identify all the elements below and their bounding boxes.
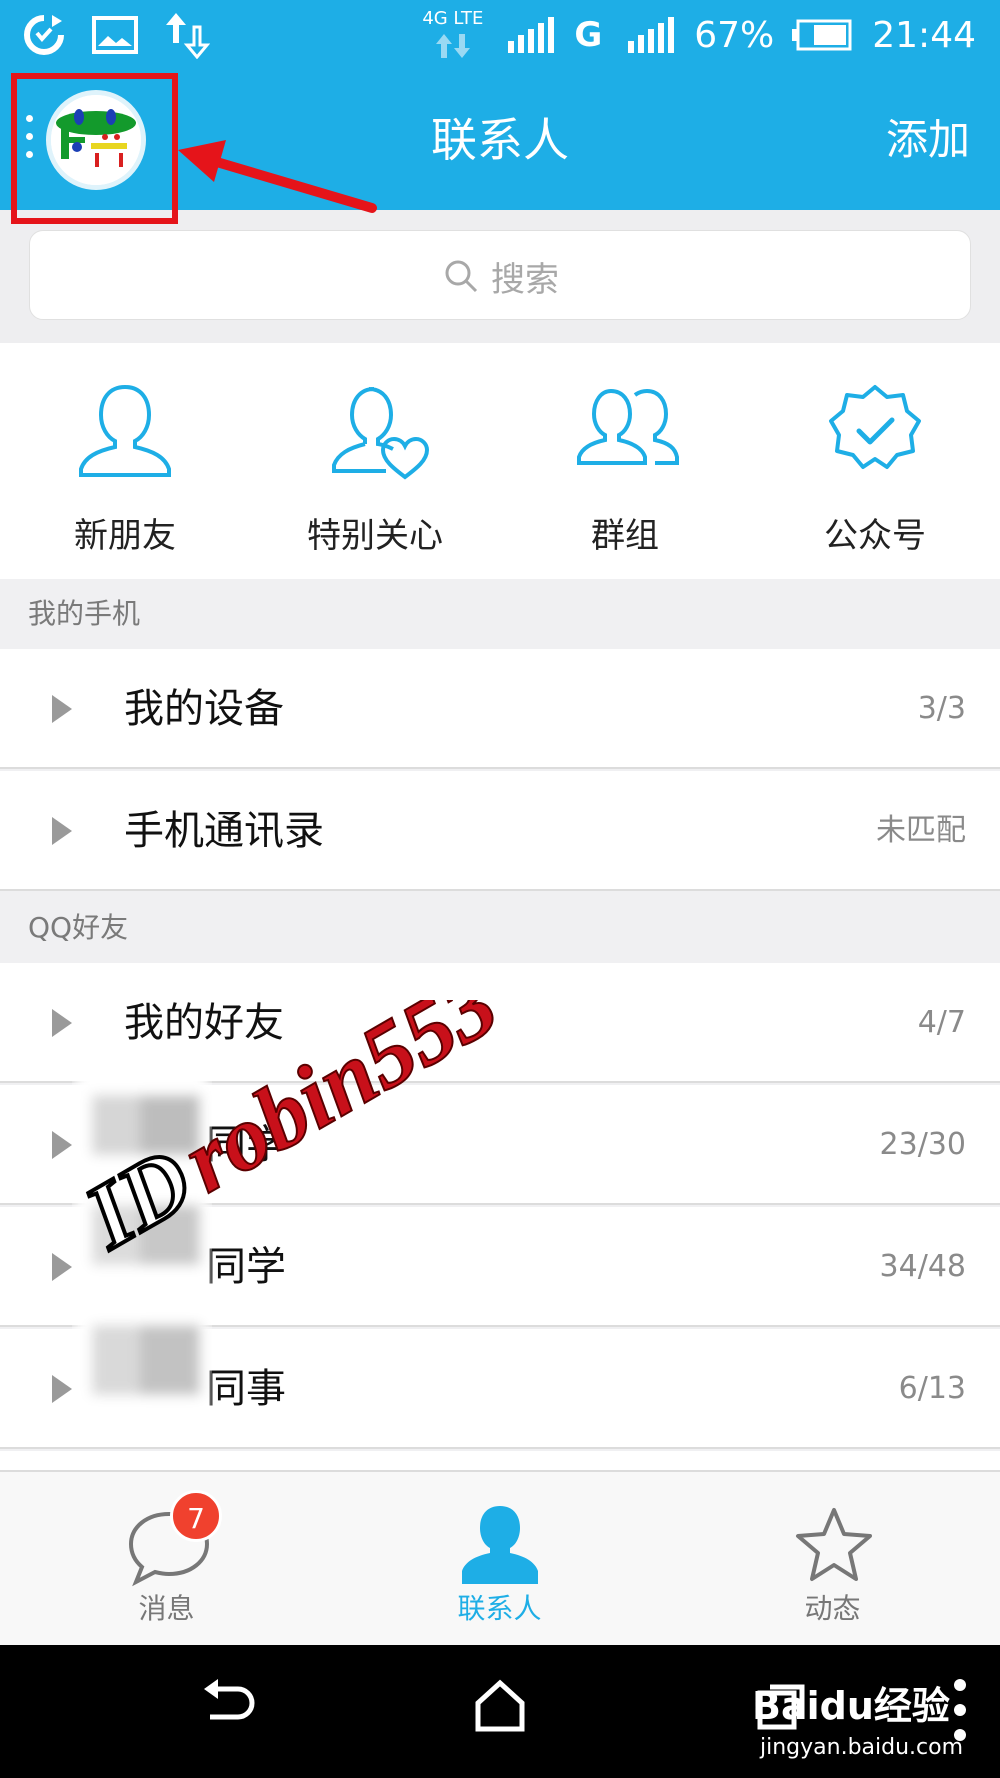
group-name: 同事 xyxy=(206,1366,286,1412)
add-contact-button[interactable]: 添加 xyxy=(886,70,970,210)
shortcut-grid: 新朋友 特别关心 群组 公众号 xyxy=(0,343,1000,579)
shortcut-label: 公众号 xyxy=(824,516,926,556)
carrier-label: G xyxy=(574,15,603,55)
group-count: 4/7 xyxy=(917,1005,966,1040)
shortcut-label: 新朋友 xyxy=(74,516,176,556)
shortcut-new-friend[interactable]: 新朋友 xyxy=(0,343,250,579)
shortcut-label: 群组 xyxy=(591,516,659,556)
expand-arrow-icon xyxy=(52,695,72,723)
watermark-name: robin553 xyxy=(166,1000,514,1211)
tab-feed[interactable]: 动态 xyxy=(666,1472,999,1647)
expand-arrow-icon xyxy=(52,1253,72,1281)
special-care-icon xyxy=(332,387,429,480)
lte-indicator: 4G LTE xyxy=(422,8,486,62)
group-name: 我的设备 xyxy=(124,686,284,732)
list-item-my-devices[interactable]: 我的设备 3/3 xyxy=(0,649,1000,769)
group-icon xyxy=(577,388,679,465)
tab-messages[interactable]: 7 消息 xyxy=(0,1472,333,1647)
contacts-icon xyxy=(462,1506,538,1584)
shortcut-official-account[interactable]: 公众号 xyxy=(750,343,1000,579)
shortcut-label: 特别关心 xyxy=(307,516,443,556)
expand-arrow-icon xyxy=(52,817,72,845)
new-friend-icon xyxy=(79,384,171,477)
expand-arrow-icon xyxy=(52,1375,72,1403)
watermark: ID robin553 xyxy=(70,1000,515,1270)
network-label: 4G LTE xyxy=(422,8,484,29)
shortcut-group[interactable]: 群组 xyxy=(500,343,750,579)
tab-label: 消息 xyxy=(138,1592,195,1625)
baidu-logo: Baidu经验 xyxy=(752,1684,950,1728)
official-account-icon xyxy=(829,385,921,469)
expand-arrow-icon xyxy=(52,1131,72,1159)
tab-label: 联系人 xyxy=(457,1592,542,1625)
search-icon xyxy=(445,260,478,293)
more-options-icon[interactable] xyxy=(950,1675,970,1745)
section-title: QQ好友 xyxy=(28,911,129,944)
clock: 21:44 xyxy=(872,14,976,56)
home-icon[interactable] xyxy=(470,1675,530,1735)
group-name: 手机通讯录 xyxy=(124,808,324,854)
signal-icon-2 xyxy=(628,17,675,53)
group-count: 23/30 xyxy=(879,1127,966,1162)
battery-percent: 67% xyxy=(694,14,775,56)
section-title: 我的手机 xyxy=(28,597,141,630)
group-count: 未匹配 xyxy=(876,813,966,848)
lte-arrows-icon xyxy=(436,34,471,58)
qq-contacts-screen: 4G LTE G 67% 21:44 联系人 添加 搜索 新朋友 特别关心 群组… xyxy=(0,0,1000,1778)
expand-arrow-icon xyxy=(52,1009,72,1037)
back-icon[interactable] xyxy=(196,1675,256,1735)
group-count: 3/3 xyxy=(917,691,966,726)
list-item-phone-contacts[interactable]: 手机通讯录 未匹配 xyxy=(0,771,1000,891)
tab-label: 动态 xyxy=(804,1592,861,1625)
system-nav-bar: Baidu经验 jingyan.baidu.com xyxy=(0,1645,1000,1778)
annotation-arrow xyxy=(178,140,377,213)
section-header-qq-friends: QQ好友 xyxy=(0,893,1000,963)
unread-badge: 7 xyxy=(170,1490,222,1542)
group-count: 6/13 xyxy=(898,1371,966,1406)
group-count: 34/48 xyxy=(879,1249,966,1284)
section-header-my-phone: 我的手机 xyxy=(0,579,1000,649)
star-icon xyxy=(796,1508,872,1581)
shortcut-special-care[interactable]: 特别关心 xyxy=(250,343,500,579)
search-placeholder: 搜索 xyxy=(491,259,559,300)
list-spacer xyxy=(0,1451,1000,1470)
battery-icon xyxy=(792,19,852,51)
search-input[interactable]: 搜索 xyxy=(29,230,971,320)
tab-contacts[interactable]: 联系人 xyxy=(333,1472,666,1647)
bottom-tab-bar: 7 消息 联系人 动态 xyxy=(0,1470,1000,1645)
signal-icon-1 xyxy=(508,17,555,53)
baidu-url: jingyan.baidu.com xyxy=(760,1735,964,1760)
